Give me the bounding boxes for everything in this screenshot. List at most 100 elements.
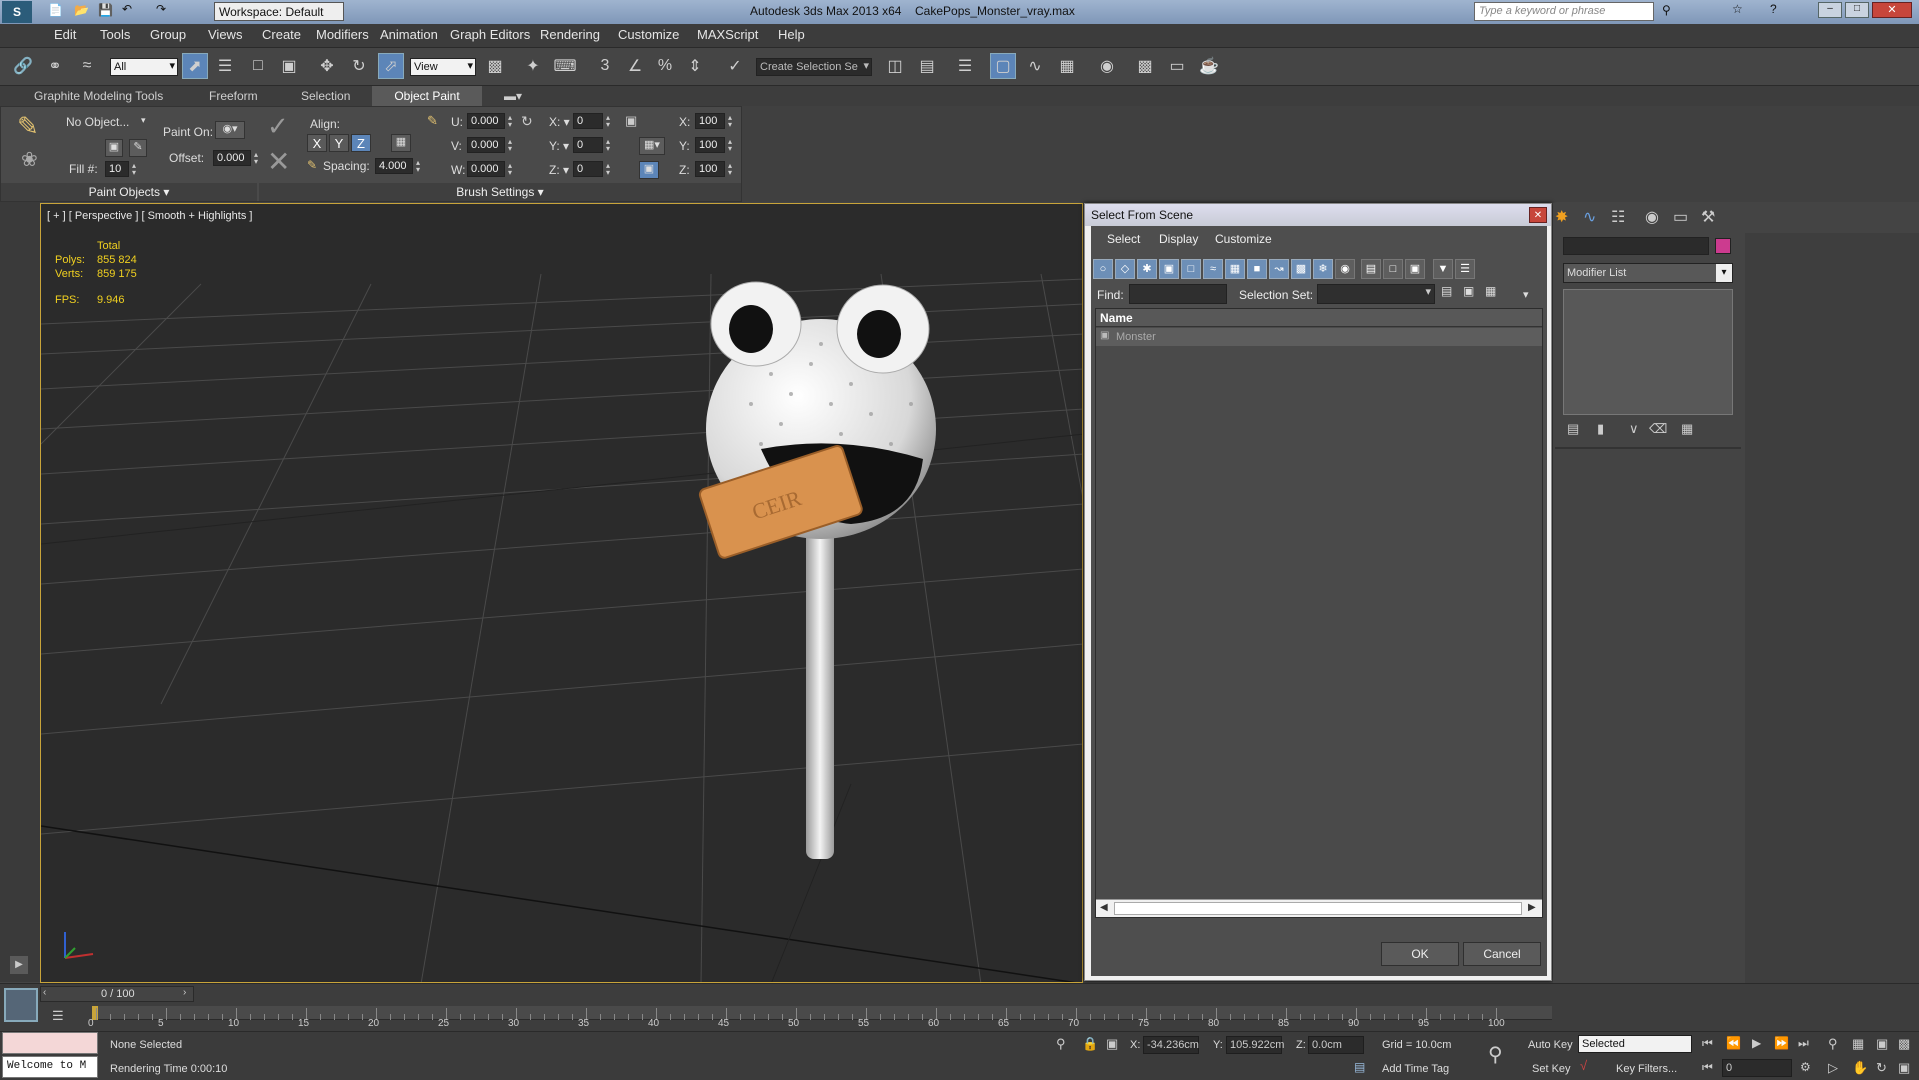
auto-key-button[interactable]: Auto Key <box>1528 1039 1573 1051</box>
dialog-close-button[interactable]: ✕ <box>1529 207 1547 223</box>
link-icon[interactable]: 🔗 <box>10 53 36 79</box>
key-filters-button[interactable]: Key Filters... <box>1616 1063 1677 1075</box>
object-color-swatch[interactable] <box>1715 238 1731 254</box>
x-coord-field[interactable]: -34.236cm <box>1143 1036 1199 1054</box>
paint-brush-icon[interactable]: ✎ <box>17 111 39 142</box>
offset-input[interactable]: 0.000 <box>213 150 262 166</box>
search-input[interactable]: Type a keyword or phrase <box>1474 2 1654 21</box>
display-geometry-icon[interactable]: ○ <box>1093 259 1113 279</box>
play-icon[interactable]: ▶ <box>1752 1036 1761 1050</box>
goto-start-icon[interactable]: ⏮ <box>1702 1036 1713 1051</box>
select-by-name-icon[interactable]: ☰ <box>212 53 238 79</box>
paint-objects-group-label[interactable]: Paint Objects ▾ <box>1 183 257 201</box>
u-input[interactable]: 0.000 <box>467 113 516 129</box>
tab-selection[interactable]: Selection <box>295 86 356 106</box>
maxscript-listener[interactable] <box>2 1032 98 1054</box>
undo-icon[interactable]: ↶ <box>122 2 132 16</box>
brush-settings-group-label[interactable]: Brush Settings ▾ <box>259 183 741 201</box>
close-button[interactable]: ✕ <box>1872 2 1912 18</box>
material-editor-icon[interactable]: ◉ <box>1094 53 1120 79</box>
time-config-icon[interactable]: ⚙ <box>1800 1060 1811 1074</box>
ribbon-options-icon[interactable]: ▬▾ <box>498 86 528 106</box>
rotate-brush-icon[interactable]: ↻ <box>521 113 533 130</box>
scale-z-input[interactable]: 100 <box>695 161 736 177</box>
snaps-toggle-icon[interactable]: 3 <box>592 53 618 79</box>
fill-input[interactable]: 10 <box>105 161 140 177</box>
configure-modifier-sets-icon[interactable]: ▦ <box>1681 421 1693 437</box>
modifier-list-dropdown[interactable]: Modifier List ▾ <box>1563 263 1733 283</box>
rot-x-input[interactable]: 0 <box>573 113 614 129</box>
add-time-tag[interactable]: Add Time Tag <box>1382 1063 1449 1075</box>
selset-edit-icon[interactable]: ▦ <box>1485 284 1503 304</box>
utilities-tab-icon[interactable]: ⚒ <box>1701 207 1725 229</box>
tab-object-paint[interactable]: Object Paint <box>372 86 482 106</box>
next-frame-icon[interactable]: ⏩ <box>1774 1036 1789 1050</box>
open-file-icon[interactable]: 📂 <box>74 3 89 17</box>
track-bar[interactable] <box>92 1006 1552 1020</box>
spinner-snap-icon[interactable]: ⇕ <box>682 53 708 79</box>
zoom-icon[interactable]: ⚲ <box>1828 1036 1838 1052</box>
window-crossing-icon[interactable]: ▣ <box>276 53 302 79</box>
rectangular-region-icon[interactable]: □ <box>245 53 271 79</box>
menu-views[interactable]: Views <box>208 27 242 42</box>
display-cameras-icon[interactable]: ▣ <box>1159 259 1179 279</box>
display-hidden-icon[interactable]: ◉ <box>1335 259 1355 279</box>
menu-create[interactable]: Create <box>262 27 301 42</box>
maximize-button[interactable]: □ <box>1845 2 1869 18</box>
pick-object-icon[interactable]: ▣ <box>105 139 123 157</box>
prev-frame-icon[interactable]: ⏪ <box>1726 1036 1741 1050</box>
percent-snap-icon[interactable]: % <box>652 53 678 79</box>
goto-end-icon[interactable]: ⏭ <box>1798 1036 1809 1051</box>
remove-modifier-icon[interactable]: ⌫ <box>1649 421 1667 437</box>
layer-manager-icon[interactable]: ☰ <box>952 53 978 79</box>
scroll-right-icon[interactable]: ▶ <box>1528 902 1536 913</box>
time-slider[interactable]: ‹ 0 / 100 › <box>40 986 194 1002</box>
key-mode-dropdown[interactable]: Selected <box>1578 1035 1692 1053</box>
key-mode-toggle-icon[interactable]: ⏮ <box>1702 1060 1713 1075</box>
filter-icon[interactable]: ▼ <box>1433 259 1453 279</box>
move-icon[interactable]: ✥ <box>314 53 340 79</box>
modify-tab-icon[interactable]: ∿ <box>1583 207 1607 229</box>
dialog-menu-customize[interactable]: Customize <box>1215 232 1272 246</box>
name-column-header[interactable]: Name <box>1096 309 1542 327</box>
redo-icon[interactable]: ↷ <box>156 2 166 16</box>
z-coord-field[interactable]: 0.0cm <box>1308 1036 1364 1054</box>
display-xrefs-icon[interactable]: ■ <box>1247 259 1267 279</box>
scale-x-input[interactable]: 100 <box>695 113 736 129</box>
isolate-icon[interactable]: ⚲ <box>1056 1036 1066 1052</box>
select-object-icon[interactable]: ⬈ <box>182 53 208 79</box>
maxscript-output[interactable]: Welcome to M <box>2 1056 98 1078</box>
menu-graph-editors[interactable]: Graph Editors <box>450 27 530 42</box>
new-file-icon[interactable]: 📄 <box>48 3 63 17</box>
workspace-dropdown[interactable]: Workspace: Default <box>214 2 344 21</box>
unlink-icon[interactable]: ⚭ <box>42 53 68 79</box>
zoom-extents-all-icon[interactable]: ▩ <box>1898 1036 1910 1052</box>
zoom-all-icon[interactable]: ▦ <box>1852 1036 1864 1052</box>
graphite-toggle-icon[interactable]: ▢ <box>990 53 1016 79</box>
selset-add-icon[interactable]: ▤ <box>1441 284 1459 304</box>
ok-button[interactable]: OK <box>1381 942 1459 966</box>
axis-x-button[interactable]: X <box>307 134 327 152</box>
pivot-center-icon[interactable]: ▩ <box>482 53 508 79</box>
keyboard-shortcut-icon[interactable]: ⌨ <box>552 53 578 79</box>
menu-animation[interactable]: Animation <box>380 27 438 42</box>
pin-stack-icon[interactable]: ▤ <box>1567 421 1579 437</box>
scale-icon[interactable]: ⬀ <box>378 53 404 79</box>
lock-selection-icon[interactable]: 🔒 <box>1082 1036 1098 1052</box>
zoom-extents-icon[interactable]: ▣ <box>1876 1036 1888 1052</box>
schematic-view-icon[interactable]: ▦ <box>1054 53 1080 79</box>
absolute-mode-icon[interactable]: ▣ <box>1106 1036 1118 1052</box>
time-tag-icon[interactable]: ▤ <box>1354 1060 1365 1074</box>
no-object-dropdown[interactable]: No Object... <box>66 115 129 129</box>
create-tab-icon[interactable]: ✸ <box>1555 207 1579 229</box>
align-options-icon[interactable]: ▦ <box>391 134 411 152</box>
menu-tools[interactable]: Tools <box>100 27 130 42</box>
v-input[interactable]: 0.000 <box>467 137 516 153</box>
find-input[interactable] <box>1129 284 1227 304</box>
scroll-thumb[interactable] <box>1114 902 1522 915</box>
tab-freeform[interactable]: Freeform <box>203 86 264 106</box>
menu-modifiers[interactable]: Modifiers <box>316 27 369 42</box>
help-icon[interactable]: ? <box>1770 2 1777 16</box>
reference-coordinate-dropdown[interactable]: View <box>410 58 476 76</box>
edit-brush-icon[interactable]: ✎ <box>427 113 438 129</box>
